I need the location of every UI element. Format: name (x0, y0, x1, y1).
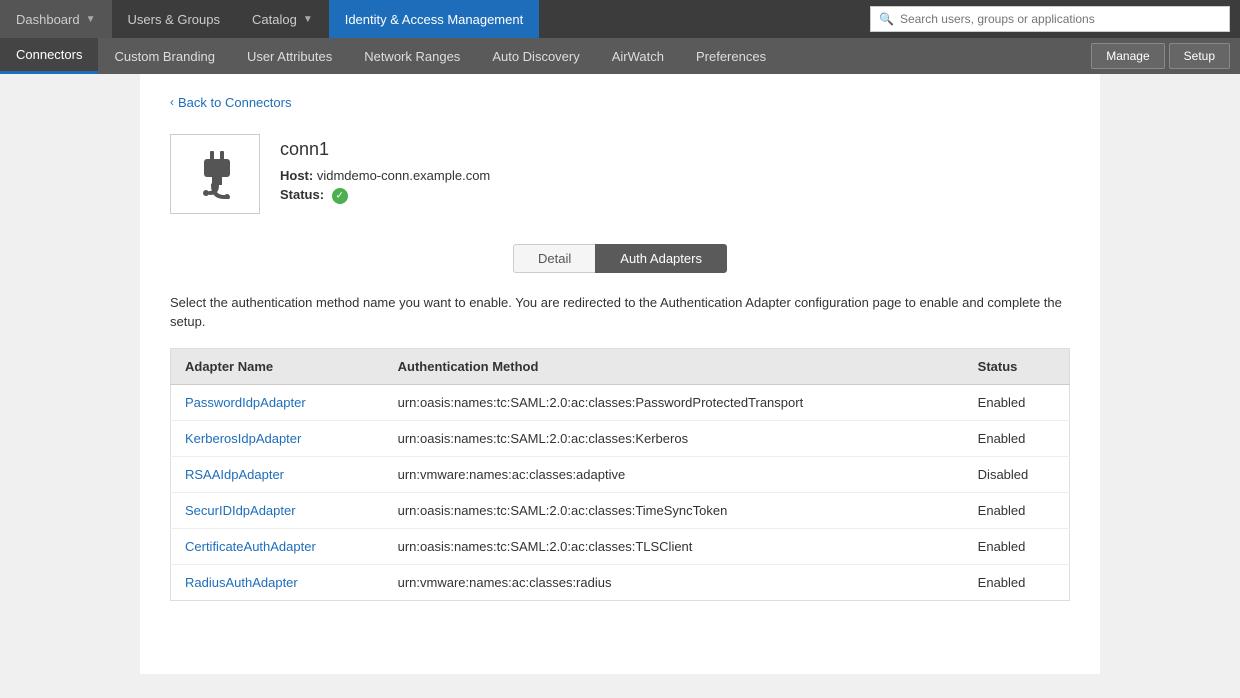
adapter-name-cell: RSAAIdpAdapter (171, 456, 384, 492)
tab-detail[interactable]: Detail (513, 244, 595, 273)
connector-header: conn1 Host: vidmdemo-conn.example.com St… (170, 134, 1070, 214)
nav-dashboard-label: Dashboard (16, 12, 80, 27)
auth-method-cell: urn:oasis:names:tc:SAML:2.0:ac:classes:T… (384, 528, 964, 564)
sub-nav-connectors-label: Connectors (16, 47, 82, 62)
table-row: KerberosIdpAdapter urn:oasis:names:tc:SAM… (171, 420, 1070, 456)
sub-nav-user-attributes[interactable]: User Attributes (231, 38, 348, 74)
status-cell: Enabled (964, 420, 1070, 456)
col-header-adapter-name: Adapter Name (171, 348, 384, 384)
host-value: vidmdemo-conn.example.com (317, 168, 490, 183)
adapter-name-link[interactable]: SecurIDIdpAdapter (185, 503, 296, 518)
status-cell: Disabled (964, 456, 1070, 492)
tab-auth-adapters-label: Auth Adapters (620, 251, 702, 266)
setup-button[interactable]: Setup (1169, 43, 1230, 69)
adapter-name-cell: PasswordIdpAdapter (171, 384, 384, 420)
table-row: RadiusAuthAdapter urn:vmware:names:ac:cla… (171, 564, 1070, 600)
col-header-status: Status (964, 348, 1070, 384)
sub-nav-user-attributes-label: User Attributes (247, 49, 332, 64)
adapter-name-link[interactable]: CertificateAuthAdapter (185, 539, 316, 554)
page-body: ‹ Back to Connectors conn1 (140, 74, 1100, 674)
sub-nav-auto-discovery[interactable]: Auto Discovery (476, 38, 595, 74)
sub-nav-connectors[interactable]: Connectors (0, 38, 98, 74)
status-cell: Enabled (964, 492, 1070, 528)
status-label: Status: (280, 187, 324, 202)
nav-users-groups[interactable]: Users & Groups (112, 0, 236, 38)
col-header-auth-method: Authentication Method (384, 348, 964, 384)
sub-nav-airwatch-label: AirWatch (612, 49, 664, 64)
adapter-name-cell: SecurIDIdpAdapter (171, 492, 384, 528)
table-row: SecurIDIdpAdapter urn:oasis:names:tc:SAML… (171, 492, 1070, 528)
sub-nav-right: Manage Setup (1091, 43, 1240, 69)
adapter-name-link[interactable]: KerberosIdpAdapter (185, 431, 301, 446)
description-text: Select the authentication method name yo… (170, 293, 1070, 332)
auth-method-cell: urn:oasis:names:tc:SAML:2.0:ac:classes:T… (384, 492, 964, 528)
nav-users-groups-label: Users & Groups (128, 12, 220, 27)
nav-identity-access-label: Identity & Access Management (345, 12, 523, 27)
search-icon: 🔍 (879, 12, 894, 26)
connector-host: Host: vidmdemo-conn.example.com (280, 168, 490, 183)
auth-method-cell: urn:vmware:names:ac:classes:adaptive (384, 456, 964, 492)
host-label: Host: (280, 168, 313, 183)
sub-nav-custom-branding[interactable]: Custom Branding (98, 38, 230, 74)
table-header: Adapter Name Authentication Method Statu… (171, 348, 1070, 384)
back-to-connectors-link[interactable]: ‹ Back to Connectors (170, 95, 291, 110)
sub-nav-airwatch[interactable]: AirWatch (596, 38, 680, 74)
chevron-down-icon: ▼ (86, 14, 96, 25)
chevron-left-icon: ‹ (170, 95, 174, 109)
content: ‹ Back to Connectors conn1 (0, 74, 1240, 698)
setup-button-label: Setup (1184, 49, 1215, 63)
sub-nav-preferences-label: Preferences (696, 49, 766, 64)
search-input[interactable] (900, 12, 1221, 26)
connector-status: Status: (280, 187, 490, 204)
manage-button[interactable]: Manage (1091, 43, 1164, 69)
status-cell: Enabled (964, 384, 1070, 420)
adapter-name-link[interactable]: RadiusAuthAdapter (185, 575, 298, 590)
chevron-down-icon: ▼ (303, 14, 313, 25)
tab-detail-label: Detail (538, 251, 571, 266)
adapter-name-cell: CertificateAuthAdapter (171, 528, 384, 564)
table-body: PasswordIdpAdapter urn:oasis:names:tc:SAM… (171, 384, 1070, 600)
adapter-name-link[interactable]: PasswordIdpAdapter (185, 395, 306, 410)
sub-nav-network-ranges[interactable]: Network Ranges (348, 38, 476, 74)
auth-method-cell: urn:oasis:names:tc:SAML:2.0:ac:classes:K… (384, 420, 964, 456)
top-nav-left: Dashboard ▼ Users & Groups Catalog ▼ Ide… (0, 0, 860, 38)
table-row: PasswordIdpAdapter urn:oasis:names:tc:SAM… (171, 384, 1070, 420)
nav-catalog-label: Catalog (252, 12, 297, 27)
connector-info: conn1 Host: vidmdemo-conn.example.com St… (280, 139, 490, 208)
table-header-row: Adapter Name Authentication Method Statu… (171, 348, 1070, 384)
status-cell: Enabled (964, 528, 1070, 564)
search-container: 🔍 (870, 6, 1230, 32)
sub-nav-custom-branding-label: Custom Branding (114, 49, 214, 64)
tab-row: Detail Auth Adapters (170, 244, 1070, 273)
auth-method-cell: urn:oasis:names:tc:SAML:2.0:ac:classes:P… (384, 384, 964, 420)
status-cell: Enabled (964, 564, 1070, 600)
nav-identity-access[interactable]: Identity & Access Management (329, 0, 539, 38)
sub-nav-network-ranges-label: Network Ranges (364, 49, 460, 64)
adapter-name-link[interactable]: RSAAIdpAdapter (185, 467, 284, 482)
adapter-name-cell: RadiusAuthAdapter (171, 564, 384, 600)
adapter-name-cell: KerberosIdpAdapter (171, 420, 384, 456)
table-row: CertificateAuthAdapter urn:oasis:names:tc… (171, 528, 1070, 564)
nav-catalog[interactable]: Catalog ▼ (236, 0, 329, 38)
connector-icon-box (170, 134, 260, 214)
sub-nav-preferences[interactable]: Preferences (680, 38, 782, 74)
sub-nav: Connectors Custom Branding User Attribut… (0, 38, 1240, 74)
connector-plug-icon (190, 149, 240, 199)
connector-name: conn1 (280, 139, 490, 160)
table-row: RSAAIdpAdapter urn:vmware:names:ac:classe… (171, 456, 1070, 492)
status-dot-icon (332, 188, 348, 204)
nav-dashboard[interactable]: Dashboard ▼ (0, 0, 112, 38)
sub-nav-auto-discovery-label: Auto Discovery (492, 49, 579, 64)
back-link-label: Back to Connectors (178, 95, 291, 110)
top-nav: Dashboard ▼ Users & Groups Catalog ▼ Ide… (0, 0, 1240, 38)
manage-button-label: Manage (1106, 49, 1149, 63)
adapters-table: Adapter Name Authentication Method Statu… (170, 348, 1070, 601)
auth-method-cell: urn:vmware:names:ac:classes:radius (384, 564, 964, 600)
tab-auth-adapters[interactable]: Auth Adapters (595, 244, 727, 273)
